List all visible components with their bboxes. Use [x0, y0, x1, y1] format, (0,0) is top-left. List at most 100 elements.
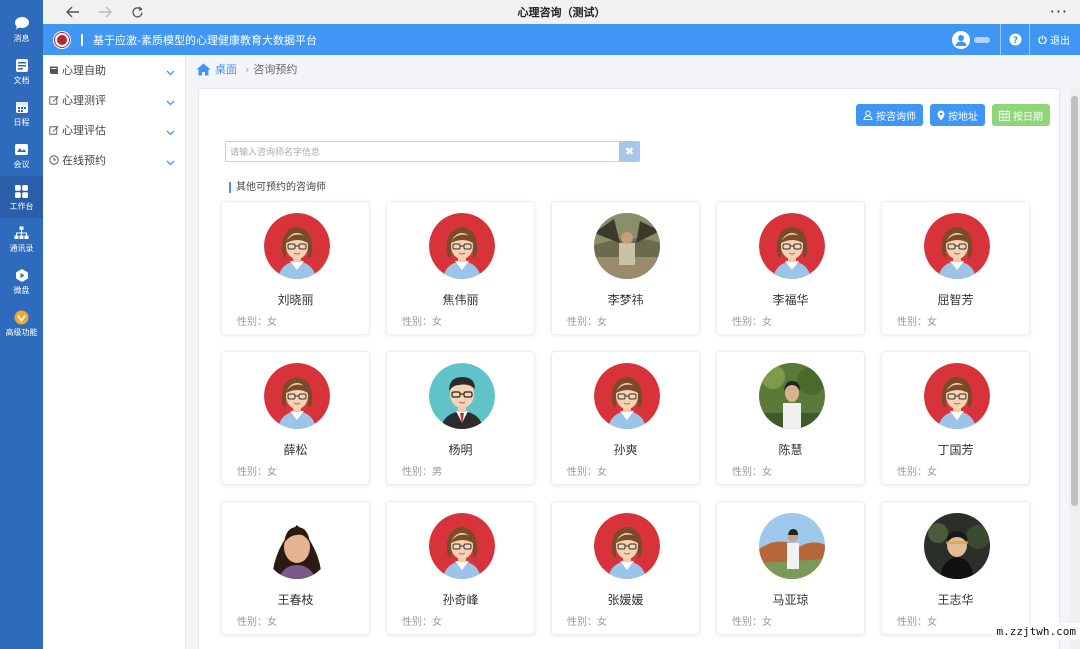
clear-icon: ✖	[624, 145, 635, 158]
menu-item-label: 心理评估	[62, 124, 106, 137]
filter-by-counselor-label: 按咨询师	[876, 111, 916, 123]
org-chart-icon	[14, 225, 30, 241]
counselor-gender: 性别：女	[237, 617, 277, 628]
dock-item-5[interactable]: 通讯录	[0, 218, 43, 260]
breadcrumb: 桌面 › 咨询预约	[187, 55, 1080, 83]
filter-by-address-button[interactable]: 按地址	[930, 104, 985, 126]
counselor-card[interactable]: 孙爽 性别：女	[551, 351, 700, 485]
logout-label: 退出	[1050, 36, 1070, 47]
forward-button[interactable]	[89, 2, 121, 22]
counselor-avatar	[264, 513, 330, 579]
menu-item-0[interactable]: 心理自助	[43, 55, 185, 85]
counselor-card[interactable]: 薛松 性别：女	[221, 351, 370, 485]
filter-by-counselor-button[interactable]: 按咨询师	[856, 104, 923, 126]
menu-item-2[interactable]: 心理评估	[43, 115, 185, 145]
side-menu: 心理自助心理测评心理评估在线预约	[43, 55, 186, 649]
counselor-name: 杨明	[448, 443, 473, 457]
dock-item-label: 高级功能	[5, 328, 38, 337]
counselor-card[interactable]: 孙奇峰 性别：女	[386, 501, 535, 635]
dock-item-7[interactable]: 高级功能	[0, 302, 43, 344]
counselor-gender: 性别：女	[732, 467, 772, 478]
dock-item-label: 日程	[13, 118, 30, 127]
menu-item-1[interactable]: 心理测评	[43, 85, 185, 115]
counselor-name: 孙奇峰	[442, 593, 479, 607]
counselor-name: 马亚琼	[772, 593, 809, 607]
counselor-card[interactable]: 王春枝 性别：女	[221, 501, 370, 635]
dock-item-2[interactable]: 日程	[0, 92, 43, 134]
menu-item-label: 在线预约	[62, 154, 106, 167]
dock-item-label: 工作台	[9, 202, 34, 211]
search-placeholder: 请输入咨询师名字信息	[230, 148, 321, 158]
refresh-icon	[131, 6, 143, 17]
counselor-avatar	[429, 513, 495, 579]
menu-item-label: 心理测评	[62, 94, 106, 107]
counselor-avatar	[759, 513, 825, 579]
more-menu-button[interactable]: ···	[1050, 2, 1068, 21]
chevron-down-icon	[166, 156, 175, 169]
breadcrumb-home[interactable]: 桌面	[196, 61, 237, 77]
counselor-card[interactable]: 丁国芳 性别：女	[881, 351, 1030, 485]
counselor-card[interactable]: 张媛媛 性别：女	[551, 501, 700, 635]
calendar-icon	[999, 109, 1010, 121]
counselor-name: 王志华	[937, 593, 974, 607]
counselor-avatar	[429, 363, 495, 429]
counselor-gender: 性别：女	[237, 467, 277, 478]
dock-item-3[interactable]: 会议	[0, 134, 43, 176]
counselor-card[interactable]: 马亚琼 性别：女	[716, 501, 865, 635]
counselor-avatar	[594, 513, 660, 579]
counselor-search-input[interactable]: 请输入咨询师名字信息	[225, 141, 620, 162]
counselor-name: 陈慧	[778, 443, 803, 457]
counselor-card[interactable]: 李福华 性别：女	[716, 201, 865, 335]
breadcrumb-separator: ›	[245, 62, 250, 76]
section-title: 其他可预约的咨询师	[229, 182, 326, 193]
counselor-card[interactable]: 屈智芳 性别：女	[881, 201, 1030, 335]
counselor-avatar	[594, 363, 660, 429]
user-outline-icon	[863, 110, 873, 120]
counselor-card[interactable]: 杨明 性别：男	[386, 351, 535, 485]
logout-button[interactable]: 退出	[1030, 32, 1080, 47]
refresh-button[interactable]	[121, 2, 153, 22]
dock-item-label: 文档	[13, 76, 30, 85]
window-titlebar: 心理咨询（测试） ···	[43, 0, 1080, 24]
home-icon	[196, 63, 211, 75]
counselor-gender: 性别：女	[732, 617, 772, 628]
counselor-gender: 性别：女	[237, 317, 277, 328]
question-circle-icon: ?	[1009, 33, 1021, 46]
book-icon	[49, 65, 59, 75]
grid-icon	[14, 183, 30, 199]
dock-item-label: 消息	[13, 34, 30, 43]
counselor-name: 屈智芳	[937, 293, 974, 307]
calendar-icon	[14, 99, 30, 115]
menu-item-label: 心理自助	[62, 64, 106, 77]
counselor-card[interactable]: 陈慧 性别：女	[716, 351, 865, 485]
counselor-name: 李梦祎	[607, 293, 644, 307]
counselor-card[interactable]: 焦伟丽 性别：女	[386, 201, 535, 335]
header-divider	[81, 33, 83, 46]
app-header: 基于应激-素质模型的心理健康教育大数据平台 ? 退出	[43, 24, 1080, 55]
counselor-gender: 性别：女	[402, 617, 442, 628]
counselor-card[interactable]: 李梦祎 性别：女	[551, 201, 700, 335]
platform-title: 基于应激-素质模型的心理健康教育大数据平台	[93, 33, 317, 47]
breadcrumb-home-label: 桌面	[215, 63, 237, 76]
menu-item-3[interactable]: 在线预约	[43, 145, 185, 175]
filter-by-date-button[interactable]: 按日期	[992, 104, 1050, 126]
edit-icon	[49, 125, 59, 135]
dock-item-4[interactable]: 工作台	[0, 176, 43, 218]
user-icon	[955, 34, 967, 46]
clock-icon	[49, 155, 59, 165]
dock-item-1[interactable]: 文档	[0, 50, 43, 92]
back-button[interactable]	[57, 2, 89, 22]
scrollbar-thumb[interactable]	[1071, 96, 1078, 506]
counselor-card[interactable]: 王志华 性别：女	[881, 501, 1030, 635]
dock-item-0[interactable]: 消息	[0, 8, 43, 50]
search-clear-button[interactable]: ✖	[619, 141, 640, 162]
help-button[interactable]: ?	[1001, 33, 1029, 46]
dock-item-6[interactable]: 微盘	[0, 260, 43, 302]
dock-item-label: 会议	[13, 160, 30, 169]
counselor-card[interactable]: 刘晓丽 性别：女	[221, 201, 370, 335]
vertical-scrollbar[interactable]	[1069, 88, 1080, 649]
user-avatar[interactable]	[952, 30, 970, 49]
counselor-name: 刘晓丽	[277, 293, 314, 307]
counselor-avatar	[264, 213, 330, 279]
counselor-gender: 性别：女	[897, 317, 937, 328]
